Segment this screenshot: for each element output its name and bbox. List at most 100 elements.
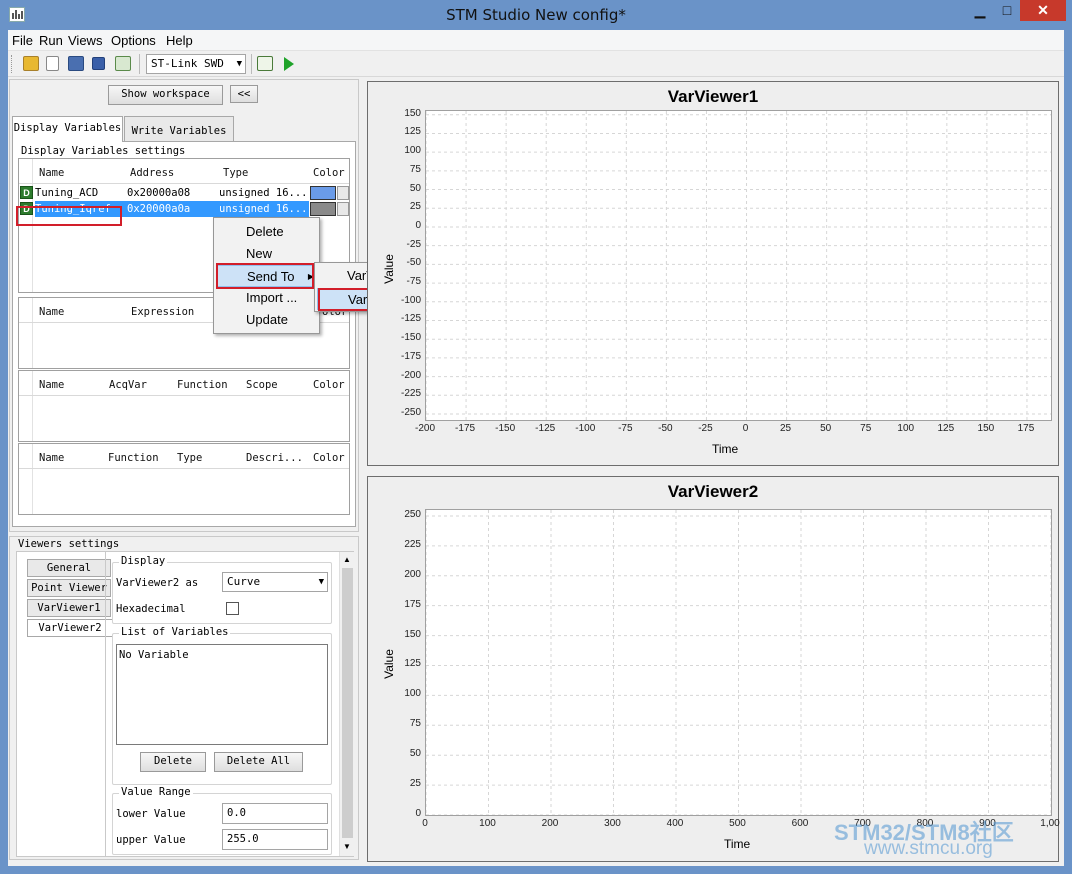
config-icon[interactable] (257, 56, 273, 71)
tab-display-variables[interactable]: Display Variables (12, 116, 123, 142)
y-tick-label: 150 (404, 107, 421, 119)
save-icon[interactable] (92, 57, 105, 70)
column-header-color[interactable]: Color (313, 371, 345, 393)
column-header-name[interactable]: Name (39, 298, 64, 320)
column-header-scope[interactable]: Scope (246, 371, 278, 393)
run-icon[interactable] (284, 57, 294, 71)
varviewer1-plot[interactable] (425, 110, 1052, 421)
variables-listbox[interactable]: No Variable (116, 644, 328, 745)
scroll-down-icon[interactable]: ▼ (343, 842, 351, 851)
column-header-description[interactable]: Descri... (246, 444, 303, 466)
x-tick-label: 100 (897, 423, 915, 434)
color-swatch[interactable] (310, 186, 336, 200)
new-file-icon[interactable] (46, 56, 59, 71)
toolbar-separator (139, 54, 140, 74)
show-workspace-button[interactable]: Show workspace (108, 85, 223, 105)
upper-value-input[interactable]: 255.0 (222, 829, 328, 850)
variable-address: 0x20000a0a (127, 203, 191, 215)
menu-item-update[interactable]: Update (216, 309, 317, 331)
y-tick-label: -100 (400, 294, 421, 306)
variable-address: 0x20000a08 (127, 187, 191, 199)
header-divider (19, 468, 349, 469)
column-header-color[interactable]: Color (313, 159, 345, 181)
scrollbar-thumb[interactable] (342, 568, 353, 838)
viewers-settings-body: General Point Viewer VarViewer1 VarViewe… (16, 551, 354, 857)
y-tick-label: 150 (404, 628, 421, 640)
scroll-up-icon[interactable]: ▲ (343, 555, 351, 564)
open-folder-icon[interactable] (23, 56, 39, 71)
y-tick-label: -125 (400, 313, 421, 325)
menu-item-new[interactable]: New (216, 243, 317, 265)
y-tick-label: -175 (400, 350, 421, 362)
display-as-value: Curve (227, 575, 261, 588)
tab-general[interactable]: General (27, 559, 111, 577)
y-tick-label: 250 (404, 508, 421, 520)
x-tick-label: -200 (414, 423, 435, 434)
tab-point-viewer[interactable]: Point Viewer (27, 579, 111, 597)
save-all-icon[interactable] (68, 56, 84, 71)
x-tick-label: 75 (860, 423, 872, 434)
delete-all-button[interactable]: Delete All (214, 752, 303, 772)
column-header-function[interactable]: Function (108, 444, 159, 466)
chart-title: VarViewer2 (667, 482, 759, 501)
tab-write-variables[interactable]: Write Variables (124, 116, 234, 141)
minimize-button[interactable]: ▁ (966, 0, 994, 21)
color-picker-button[interactable] (337, 202, 349, 216)
menu-item-delete[interactable]: Delete (216, 221, 317, 243)
varviewer2-plot[interactable] (425, 509, 1052, 816)
viewers-scrollbar[interactable]: ▲ ▼ (339, 552, 354, 856)
x-axis-label: Time (724, 837, 751, 851)
import-icon[interactable] (115, 56, 131, 71)
menu-options[interactable]: Options (111, 33, 156, 48)
y-tick-label: 25 (409, 201, 421, 213)
column-header-acqvar[interactable]: AcqVar (109, 371, 147, 393)
variable-type: unsigned 16... (219, 187, 308, 199)
variables-list-group: List of Variables No Variable Delete Del… (112, 626, 332, 785)
varviewer2-panel: VarViewer2 Time Value 0 100 200 300 400 500 60… (367, 476, 1060, 862)
title-bar[interactable]: STM Studio New config* ▁ □ ✕ (0, 0, 1072, 30)
collapse-button[interactable]: << (230, 85, 258, 103)
column-header-name[interactable]: Name (39, 371, 64, 393)
tab-varviewer1[interactable]: VarViewer1 (27, 599, 111, 617)
column-header-function[interactable]: Function (177, 371, 228, 393)
column-header-color[interactable]: Color (313, 444, 345, 466)
probe-select[interactable]: ST-Link SWD ▼ (146, 54, 246, 74)
delete-variable-button[interactable]: Delete (140, 752, 206, 772)
toolbar-grip[interactable] (11, 55, 14, 73)
display-as-select[interactable]: Curve ▼ (222, 572, 328, 592)
highlight-variable (16, 206, 122, 226)
column-header-type[interactable]: Type (177, 444, 202, 466)
y-tick-label: 125 (404, 126, 421, 138)
y-tick-label: 200 (404, 568, 421, 580)
menu-run[interactable]: Run (39, 33, 63, 48)
menu-file[interactable]: File (12, 33, 33, 48)
y-tick-label: -50 (406, 257, 421, 269)
hexadecimal-checkbox[interactable] (226, 602, 239, 615)
chevron-down-icon: ▼ (236, 59, 242, 69)
column-header-name[interactable]: Name (39, 444, 64, 466)
client-area: File Run Views Options Help ST-Link SWD … (8, 30, 1064, 866)
value-range-group: Value Range lower Value 0.0 upper Value … (112, 786, 332, 855)
color-picker-button[interactable] (337, 186, 349, 200)
list-legend: List of Variables (119, 626, 231, 638)
row-header-column (19, 444, 33, 514)
column-header-type[interactable]: Type (223, 159, 248, 181)
viewers-settings-label: Viewers settings (18, 538, 120, 550)
maximize-button[interactable]: □ (994, 0, 1020, 21)
app-window: STM Studio New config* ▁ □ ✕ File Run Vi… (0, 0, 1072, 874)
menu-help[interactable]: Help (166, 33, 193, 48)
x-tick-label: 0 (422, 818, 428, 829)
table-row[interactable]: D Tuning_ACD 0x20000a08 unsigned 16... (19, 185, 351, 201)
lower-value-input[interactable]: 0.0 (222, 803, 328, 824)
column-header-expression[interactable]: Expression (131, 298, 194, 320)
column-header-address[interactable]: Address (130, 159, 174, 181)
menu-item-import[interactable]: Import ... (216, 287, 317, 309)
menu-views[interactable]: Views (68, 33, 102, 48)
column-header-name[interactable]: Name (39, 159, 64, 181)
close-button[interactable]: ✕ (1020, 0, 1066, 21)
tab-varviewer2[interactable]: VarViewer2 (27, 619, 112, 637)
upper-value-label: upper Value (116, 834, 186, 846)
x-tick-label: 125 (937, 423, 955, 434)
color-swatch[interactable] (310, 202, 336, 216)
varviewer1-panel: VarViewer1 Time Value -200 -175 -150 -125 -1… (367, 81, 1059, 466)
